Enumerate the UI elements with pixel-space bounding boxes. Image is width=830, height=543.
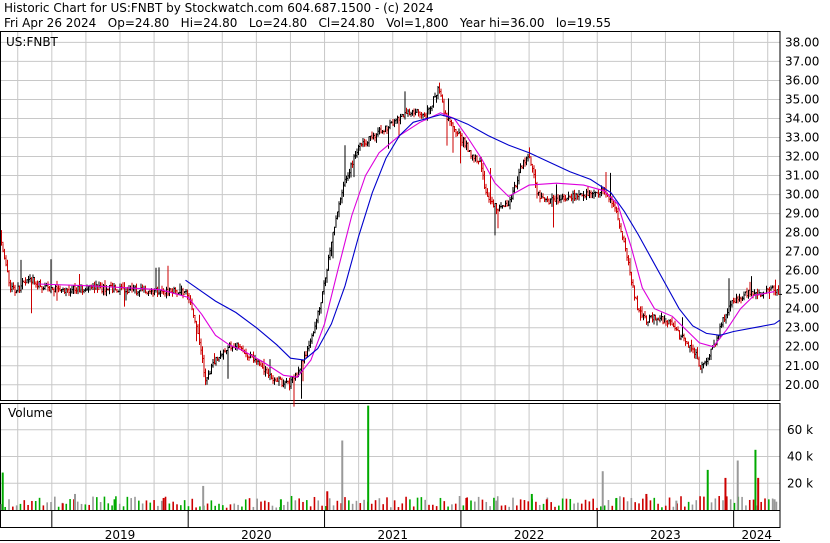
y-tick-label: 21.00: [785, 359, 819, 373]
y-tick-label: 38.00: [785, 35, 819, 49]
y-tick-label: 33.00: [785, 131, 819, 145]
volume-label: Volume: [8, 406, 53, 420]
y-tick-label: 27.00: [785, 245, 819, 259]
price-pane-border: [0, 31, 781, 401]
symbol-label: US:FNBT: [6, 35, 59, 49]
x-year-label: 2019: [105, 528, 136, 542]
y-tick-label: 23.00: [785, 321, 819, 335]
y-tick-label: 31.00: [785, 169, 819, 183]
ma-slow-line: [185, 114, 781, 361]
price-bars: [0, 82, 782, 407]
ma-fast-line: [38, 112, 775, 378]
y-tick-label: 30.00: [785, 188, 819, 202]
x-year-label: 2020: [241, 528, 272, 542]
y-tick-label: 25.00: [785, 283, 819, 297]
volume-bars: [0, 405, 778, 510]
y-tick-label: 29.00: [785, 207, 819, 221]
y-tick-label: 36.00: [785, 73, 819, 87]
y-tick-label: 24.00: [785, 302, 819, 316]
volume-tick-label: 60 k: [787, 423, 813, 437]
y-tick-label: 28.00: [785, 226, 819, 240]
x-year-label: 2021: [377, 528, 408, 542]
y-tick-label: 22.00: [785, 340, 819, 354]
x-year-label: 2024: [742, 528, 773, 542]
y-tick-label: 32.00: [785, 150, 819, 164]
volume-tick-label: 20 k: [787, 476, 813, 490]
grid-lines: [0, 31, 780, 510]
x-year-label: 2022: [514, 528, 545, 542]
x-year-label: 2023: [650, 528, 681, 542]
y-tick-label: 20.00: [785, 378, 819, 392]
y-tick-label: 26.00: [785, 264, 819, 278]
x-axis-band: [0, 510, 781, 528]
moving-averages: [38, 112, 781, 378]
y-tick-label: 34.00: [785, 111, 819, 125]
y-tick-label: 35.00: [785, 92, 819, 106]
stock-chart: 20.00 21.00 22.00 23.00 24.00 25.00 26.00 27.00…: [0, 31, 819, 542]
chart-frames: [0, 31, 781, 541]
volume-tick-label: 40 k: [787, 450, 813, 464]
y-tick-label: 37.00: [785, 54, 819, 68]
